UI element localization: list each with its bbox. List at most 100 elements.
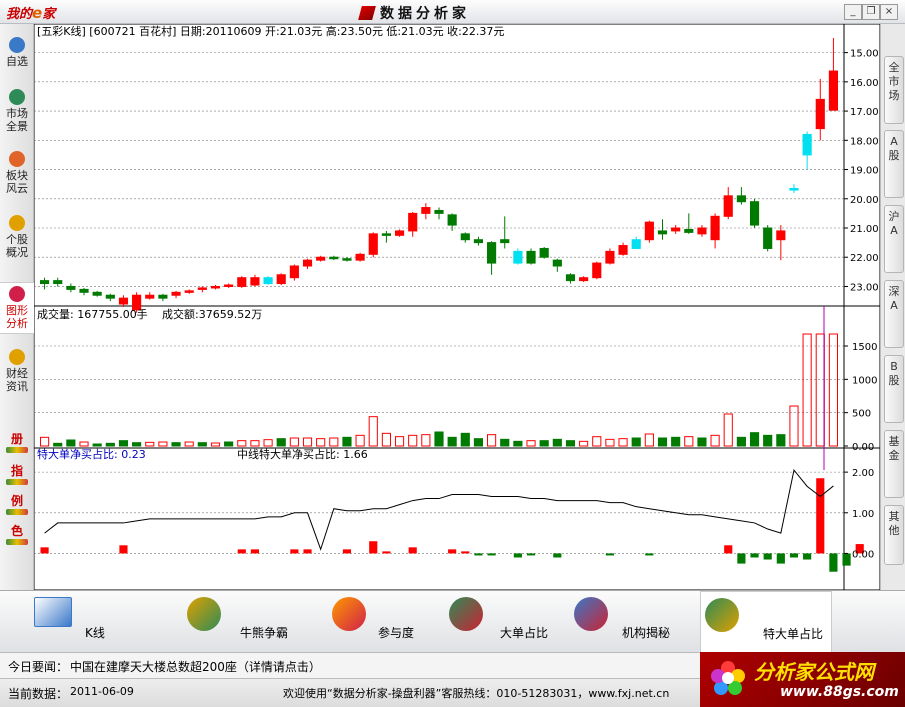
current-data-label: 当前数据： bbox=[8, 687, 69, 701]
function-button-3[interactable]: 大单占比 bbox=[445, 591, 565, 651]
app-logo: 我的e家 bbox=[6, 3, 55, 22]
price-tick-label: 17.00 bbox=[850, 107, 879, 118]
function-button-label: 牛熊争霸 bbox=[240, 626, 289, 640]
news-headline-link[interactable]: 中国在建摩天大楼总数超200座（详情请点击） bbox=[70, 658, 321, 675]
candle-body bbox=[776, 230, 786, 241]
indicator-bar bbox=[342, 549, 352, 554]
function-button-5[interactable]: 特大单占比 bbox=[700, 591, 832, 653]
left-shortcut-1[interactable]: 指 bbox=[4, 462, 30, 488]
price-tick-label: 19.00 bbox=[850, 166, 879, 177]
globe-pie-icon bbox=[449, 597, 483, 631]
volume-label: 成交量: 167755.00手 bbox=[37, 307, 148, 321]
function-button-1[interactable]: 牛熊争霸 bbox=[183, 591, 303, 651]
indicator-bar bbox=[40, 547, 49, 554]
indicator-bar bbox=[789, 553, 799, 558]
price-tick-label: 15.00 bbox=[850, 49, 879, 60]
candle-body bbox=[697, 227, 707, 235]
function-button-label: 特大单占比 bbox=[763, 627, 824, 641]
candle-body bbox=[355, 253, 365, 261]
current-data-date: 2011-06-09 bbox=[70, 685, 134, 698]
app-mark-icon bbox=[358, 6, 376, 20]
volume-bar bbox=[224, 441, 234, 447]
globe-icon bbox=[9, 89, 25, 105]
candle-body bbox=[684, 228, 694, 233]
candle-body bbox=[250, 277, 260, 286]
candle-body bbox=[828, 70, 839, 111]
price-tick-label: 23.00 bbox=[850, 282, 879, 293]
indicator-tick-label: 2.00 bbox=[852, 468, 874, 479]
price-tick-label: 21.00 bbox=[850, 224, 879, 235]
market-tab-0[interactable]: 全市场 bbox=[884, 56, 904, 124]
volume-bar bbox=[749, 432, 760, 447]
indicator-tick-label: 0.00 bbox=[852, 549, 874, 560]
left-shortcut-3[interactable]: 色 bbox=[4, 522, 30, 548]
candle-body bbox=[802, 133, 812, 156]
kline-icon bbox=[34, 597, 72, 627]
function-button-2[interactable]: 参与度 bbox=[328, 591, 448, 651]
chart-area[interactable]: 23.00 22.00 21.00 20.00 19.00 18.00 17.00 16.00… bbox=[34, 24, 880, 590]
market-tab-1[interactable]: A股 bbox=[884, 130, 904, 198]
market-tab-3[interactable]: 深A bbox=[884, 280, 904, 348]
left-shortcut-2[interactable]: 例 bbox=[4, 492, 30, 518]
volume-bar bbox=[473, 438, 484, 447]
candle-body bbox=[605, 250, 615, 264]
candle-body bbox=[736, 195, 746, 203]
candle-body bbox=[460, 233, 470, 241]
compass-icon bbox=[574, 597, 608, 631]
volume-bar bbox=[776, 434, 786, 447]
left-nav-item-5[interactable]: 财经资讯 bbox=[0, 346, 34, 396]
left-nav-item-3[interactable]: 个股概况 bbox=[0, 212, 34, 262]
candle-body bbox=[237, 277, 247, 287]
candle-body bbox=[421, 207, 431, 214]
left-nav-item-2[interactable]: 板块风云 bbox=[0, 148, 34, 198]
book-icon bbox=[6, 509, 28, 515]
left-nav-item-4[interactable]: 图形分析 bbox=[0, 282, 34, 334]
left-shortcut-0[interactable]: 册 bbox=[4, 430, 30, 456]
close-button[interactable]: × bbox=[880, 4, 898, 20]
function-button-label: K线 bbox=[85, 626, 105, 640]
candle-body bbox=[276, 274, 286, 285]
candle-body bbox=[763, 227, 773, 249]
market-tab-4[interactable]: B股 bbox=[884, 355, 904, 423]
left-shortcut-label: 册 bbox=[10, 432, 23, 446]
function-button-label: 参与度 bbox=[378, 626, 415, 640]
market-tab-5[interactable]: 基金 bbox=[884, 430, 904, 498]
indicator-bar bbox=[382, 551, 391, 554]
indicator-bar bbox=[408, 547, 417, 554]
price-tick-label: 22.00 bbox=[850, 253, 879, 264]
restore-button[interactable]: ❐ bbox=[862, 4, 880, 20]
left-nav-item-0[interactable]: 自选 bbox=[0, 34, 34, 71]
volume-tick-label: 1000 bbox=[852, 375, 877, 386]
candle-body bbox=[671, 227, 681, 232]
volume-bar bbox=[697, 437, 707, 447]
market-tab-label: B股 bbox=[888, 360, 900, 387]
brand-name: 分析家公式网 bbox=[754, 660, 874, 684]
candle-body bbox=[316, 256, 326, 261]
candle-body bbox=[105, 294, 115, 299]
function-button-0[interactable]: K线 bbox=[30, 591, 150, 651]
function-button-4[interactable]: 机构揭秘 bbox=[570, 591, 690, 651]
volume-bar bbox=[118, 440, 129, 447]
market-tab-2[interactable]: 沪A bbox=[884, 205, 904, 273]
market-tab-label: 基金 bbox=[888, 435, 900, 462]
volume-bar bbox=[171, 442, 181, 447]
candle-body bbox=[394, 230, 405, 236]
candle-body bbox=[592, 262, 602, 279]
indicator-label-1: 特大单净买占比: 0.23 bbox=[37, 447, 146, 461]
volume-bar bbox=[276, 438, 286, 447]
candle-body bbox=[513, 250, 523, 264]
minimize-button[interactable]: _ bbox=[844, 4, 862, 20]
indicator-tick-label: 1.00 bbox=[852, 509, 874, 520]
indicator-bar bbox=[737, 553, 746, 564]
left-nav-item-1[interactable]: 市场全景 bbox=[0, 86, 34, 136]
left-shortcut-label: 色 bbox=[10, 524, 23, 538]
window-title-text: 数据分析家 bbox=[380, 6, 470, 22]
candle-body bbox=[565, 274, 576, 282]
indicator-bar bbox=[526, 553, 536, 556]
volume-tick-label: 0.00 bbox=[852, 442, 874, 453]
book-icon bbox=[6, 479, 28, 485]
candle-body bbox=[302, 259, 313, 267]
price-tick-label: 20.00 bbox=[850, 195, 879, 206]
indicator-bar bbox=[724, 545, 733, 554]
market-tab-6[interactable]: 其他 bbox=[884, 505, 904, 565]
